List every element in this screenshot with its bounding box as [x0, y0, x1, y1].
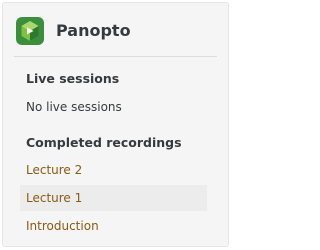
- completed-recordings-heading: Completed recordings: [26, 135, 182, 150]
- block-title: Panopto: [56, 21, 131, 40]
- header-divider: [14, 56, 217, 57]
- recording-link-lecture-1[interactable]: Lecture 1: [20, 185, 207, 211]
- no-live-sessions-text: No live sessions: [26, 100, 122, 114]
- panopto-logo-icon: [16, 17, 44, 45]
- recording-link-introduction[interactable]: Introduction: [20, 213, 207, 239]
- live-sessions-heading: Live sessions: [26, 71, 120, 86]
- block-header: Panopto: [3, 3, 228, 56]
- panopto-block: Panopto Live sessions No live sessions C…: [2, 2, 229, 247]
- recording-link-lecture-2[interactable]: Lecture 2: [20, 157, 207, 183]
